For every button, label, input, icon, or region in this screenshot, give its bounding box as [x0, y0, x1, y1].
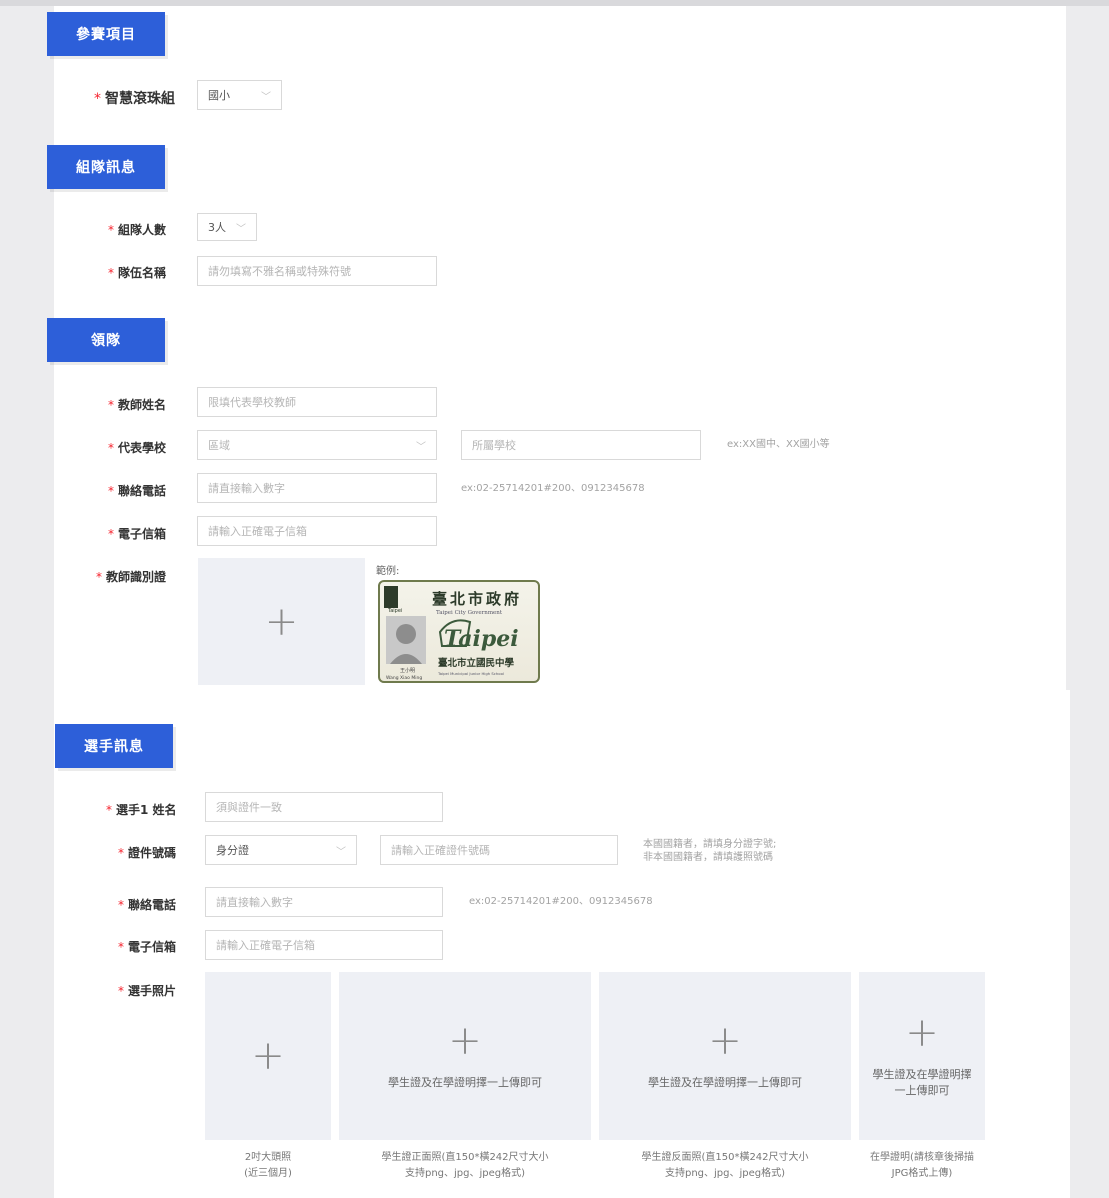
id-card-art: Taipei 臺北市政府 Taipei City Government 王小明 …	[384, 586, 522, 681]
player-id-hint: 本國國籍者，請填身分證字號; 非本國國籍者，請填護照號碼	[643, 839, 777, 863]
player-email-label: * 電子信箱	[118, 940, 177, 954]
student-id-back-caption: 學生證反面照(直150*橫242尺寸大小 支持png、jpg、jpeg格式)	[641, 1152, 809, 1179]
event-level-select[interactable]: 國小 ﹀	[197, 80, 282, 110]
player-name-label: * 選手1 姓名	[106, 803, 177, 817]
section-event-tag: 參賽項目	[47, 12, 165, 56]
chevron-down-icon: ﹀	[236, 223, 246, 235]
teacher-name-label: * 教師姓名	[108, 398, 167, 412]
example-label: 範例:	[376, 566, 400, 577]
teacher-name-input[interactable]: 限填代表學校教師	[197, 387, 437, 417]
enrollment-proof-upload[interactable]: + 學生證及在學證明擇 一上傳即可	[859, 972, 985, 1140]
section-team-tag: 組隊訊息	[47, 145, 165, 189]
teacher-phone-label: * 聯絡電話	[108, 484, 167, 498]
team-name-input[interactable]: 請勿填寫不雅名稱或特殊符號	[197, 256, 437, 286]
card-logo-art: Taipei	[444, 626, 519, 652]
team-size-select[interactable]: 3人 ﹀	[197, 213, 257, 241]
district-select[interactable]: 區域 ﹀	[197, 430, 437, 460]
id-type-select[interactable]: 身分證 ﹀	[205, 835, 357, 865]
card-logo-text: Taipei	[387, 608, 402, 614]
chevron-down-icon: ﹀	[261, 91, 271, 103]
player-email-input[interactable]: 請輸入正確電子信箱	[205, 930, 443, 960]
player-id-label: * 證件號碼	[118, 846, 177, 860]
plus-icon: +	[905, 1010, 939, 1056]
enrollment-proof-caption: 在學證明(請核章後掃描 JPG格式上傳)	[870, 1152, 974, 1179]
teacher-phone-input[interactable]: 請直接輸入數字	[197, 473, 437, 503]
card-school-en: Taipei Municipal Junior High School	[437, 671, 504, 676]
card-name-cn: 王小明	[400, 667, 415, 674]
team-size-label: * 組隊人數	[108, 223, 167, 237]
card-gov-en: Taipei City Government	[436, 610, 503, 616]
player-name-input[interactable]: 須與證件一致	[205, 792, 443, 822]
plus-icon: +	[708, 1018, 742, 1064]
event-label: * 智慧滾珠組	[94, 91, 175, 107]
teacher-id-label: * 教師識別證	[96, 570, 167, 584]
headshot-caption: 2吋大頭照 (近三個月)	[244, 1152, 292, 1179]
teacher-email-label: * 電子信箱	[108, 527, 167, 541]
school-hint: ex:XX國中、XX國小等	[727, 439, 830, 450]
student-id-front-caption: 學生證正面照(直150*橫242尺寸大小 支持png、jpg、jpeg格式)	[381, 1152, 549, 1179]
plus-icon: +	[448, 1018, 482, 1064]
upload-instruction: 學生證及在學證明擇一上傳即可	[872, 1068, 972, 1097]
section-player-tag: 選手訊息	[55, 724, 173, 768]
card-school-cn: 臺北市立國民中學	[438, 657, 515, 669]
upload-instruction: 學生證及在學證明擇一上傳即可	[648, 1076, 802, 1089]
player-phone-input[interactable]: 請直接輸入數字	[205, 887, 443, 917]
card-gov-cn: 臺北市政府	[432, 590, 522, 608]
chevron-down-icon: ﹀	[336, 846, 346, 858]
plus-icon: +	[251, 1033, 285, 1079]
plus-icon: +	[264, 598, 299, 645]
card-name-en: Wang Xiao Ming	[386, 675, 422, 681]
player-photo-label: * 選手照片	[118, 984, 177, 998]
teacher-phone-hint: ex:02-25714201#200、0912345678	[461, 483, 645, 494]
section-leader-tag: 領隊	[47, 318, 165, 362]
player-phone-hint: ex:02-25714201#200、0912345678	[469, 896, 653, 907]
school-label: * 代表學校	[108, 441, 167, 455]
example-id-card-image: Taipei 臺北市政府 Taipei City Government 王小明 …	[378, 580, 540, 683]
school-input[interactable]: 所屬學校	[461, 430, 701, 460]
headshot-upload[interactable]: +	[205, 972, 331, 1140]
gov-emblem	[384, 586, 398, 608]
teacher-email-input[interactable]: 請輸入正確電子信箱	[197, 516, 437, 546]
student-id-back-upload[interactable]: + 學生證及在學證明擇一上傳即可	[599, 972, 851, 1140]
upload-instruction: 學生證及在學證明擇一上傳即可	[388, 1076, 542, 1089]
chevron-down-icon: ﹀	[416, 441, 426, 453]
card-photo-head	[396, 624, 416, 644]
player-id-input[interactable]: 請輸入正確證件號碼	[380, 835, 618, 865]
student-id-front-upload[interactable]: + 學生證及在學證明擇一上傳即可	[339, 972, 591, 1140]
team-name-label: * 隊伍名稱	[108, 266, 167, 280]
player-phone-label: * 聯絡電話	[118, 898, 177, 912]
teacher-id-upload[interactable]: +	[198, 558, 365, 685]
